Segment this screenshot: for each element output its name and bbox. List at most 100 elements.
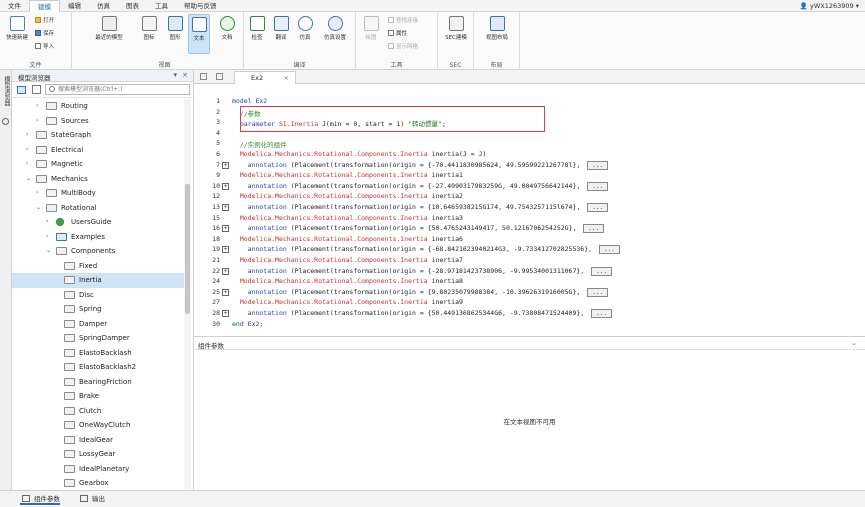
tree-item-springdamper[interactable]: SpringDamper — [12, 331, 184, 346]
menu-edit[interactable]: 编辑 — [60, 0, 89, 12]
menu-tools[interactable]: 工具 — [147, 0, 176, 12]
menu-modeling[interactable]: 建模 — [29, 0, 60, 12]
library-icon[interactable] — [17, 86, 26, 94]
chevron-down-icon[interactable]: ⌄ — [46, 244, 51, 259]
tree-item-label: IdealGear — [79, 435, 113, 444]
tree-item-brake[interactable]: Brake — [12, 389, 184, 404]
fold-expand-icon[interactable]: + — [222, 310, 229, 317]
tab-component-params[interactable]: 组件参数 — [20, 493, 60, 505]
tree-item-bearingfriction[interactable]: BearingFriction — [12, 375, 184, 390]
user-account[interactable]: 👤 yWX1263909 ▾ — [800, 0, 859, 12]
scrollbar-thumb[interactable] — [185, 184, 190, 314]
tree-item-idealplanetary[interactable]: IdealPlanetary — [12, 462, 184, 477]
menu-help[interactable]: 帮助与反馈 — [176, 0, 225, 12]
fold-expand-icon[interactable]: + — [222, 267, 229, 275]
tree-item-magnetic[interactable]: › Magnetic — [12, 157, 184, 172]
annotation-expand-button[interactable]: ... — [587, 160, 609, 170]
tree-item-spring[interactable]: Spring — [12, 302, 184, 317]
tree-item-usersguide[interactable]: › UsersGuide — [12, 215, 184, 230]
tree-item-examples[interactable]: › Examples — [12, 230, 184, 245]
translate-button[interactable]: 翻译 — [270, 16, 292, 41]
collapse-icon[interactable]: ⌄ — [851, 339, 857, 347]
annotation-expand-button[interactable]: ... — [583, 224, 605, 234]
tree-item-lossygear[interactable]: LossyGear — [12, 447, 184, 462]
tree-item-electrical[interactable]: › Electrical — [12, 143, 184, 158]
tree-item-disc[interactable]: Disc — [12, 288, 184, 303]
tab-layout-icon[interactable] — [216, 73, 223, 80]
find-connection-button[interactable]: 查找连接 — [388, 17, 418, 26]
settings-icon[interactable] — [2, 118, 9, 125]
diagram-view-button[interactable]: 图形 — [164, 16, 186, 41]
documentation-button[interactable]: 文档 — [216, 16, 238, 41]
menu-chart[interactable]: 图表 — [118, 0, 147, 12]
properties-button[interactable]: 属性 — [388, 30, 407, 39]
tree-item-onewayclutch[interactable]: OneWayClutch — [12, 418, 184, 433]
model-browser-vertical-tab[interactable]: 模型浏览器 — [2, 76, 11, 106]
fold-expand-icon[interactable]: + — [222, 182, 229, 190]
quick-new-button[interactable]: 快速新建 — [6, 16, 28, 41]
chevron-right-icon[interactable]: › — [46, 230, 48, 245]
filter-icon[interactable] — [32, 85, 41, 94]
open-button[interactable]: 打开 — [35, 17, 54, 26]
recent-models-button[interactable]: 最近的模型 — [90, 16, 128, 41]
tree-item-multibody[interactable]: › MultiBody — [12, 186, 184, 201]
sec-modeling-button[interactable]: SEC建模 — [440, 16, 472, 41]
chevron-right-icon[interactable]: › — [36, 186, 38, 201]
chevron-right-icon[interactable]: › — [36, 99, 38, 114]
chevron-down-icon[interactable]: ⌄ — [26, 172, 31, 187]
search-input[interactable]: 搜索模型浏览器(Ctrl+;) — [45, 84, 190, 95]
tree-item-clutch[interactable]: Clutch — [12, 404, 184, 419]
annotation-expand-button[interactable]: ... — [591, 309, 612, 318]
fold-expand-icon[interactable]: + — [222, 246, 229, 254]
tree-item-idealgear[interactable]: IdealGear — [12, 433, 184, 448]
code-token: Modelica.Mechanics.Rotational.Components… — [232, 277, 428, 286]
tab-output[interactable]: 输出 — [78, 493, 105, 505]
fold-expand-icon[interactable]: + — [222, 204, 229, 211]
chevron-right-icon[interactable]: › — [26, 128, 28, 143]
import-button[interactable]: 导入 — [35, 43, 54, 52]
tab-list-icon[interactable] — [200, 73, 207, 80]
chevron-right-icon[interactable]: › — [46, 215, 48, 230]
show-grid-button[interactable]: 显示网格 — [388, 43, 418, 52]
menu-file[interactable]: 文件 — [0, 0, 29, 12]
view-layout-button[interactable]: 视图布局 — [480, 16, 514, 41]
pin-icon[interactable]: ▾ — [173, 71, 177, 79]
annotation-expand-button[interactable]: ... — [587, 181, 609, 191]
icon-view-button[interactable]: 图标 — [138, 16, 160, 41]
annotation-expand-button[interactable]: ... — [591, 266, 612, 276]
tab-ex2[interactable]: Ex2 × — [234, 71, 296, 84]
check-button[interactable]: 检查 — [246, 16, 268, 41]
close-icon[interactable]: × — [182, 71, 188, 79]
chevron-down-icon[interactable]: ⌄ — [36, 201, 41, 216]
close-tab-icon[interactable]: × — [284, 72, 289, 84]
tree-item-stategraph[interactable]: › StateGraph — [12, 128, 184, 143]
line-number: 25 — [212, 287, 220, 296]
menu-simulation[interactable]: 仿真 — [89, 0, 118, 12]
annotation-expand-button[interactable]: ... — [598, 245, 620, 255]
chevron-right-icon[interactable]: › — [26, 143, 28, 158]
chevron-right-icon[interactable]: › — [26, 157, 28, 172]
tree-item-elastobacklash[interactable]: ElastoBacklash — [12, 346, 184, 361]
tree-item-gearbox[interactable]: Gearbox — [12, 476, 184, 489]
tree-item-damper[interactable]: Damper — [12, 317, 184, 332]
fold-expand-icon[interactable]: + — [222, 161, 229, 169]
chevron-right-icon[interactable]: › — [36, 114, 38, 129]
tree-item-mechanics[interactable]: ⌄ Mechanics — [12, 172, 184, 187]
tree-item-fixed[interactable]: Fixed — [12, 259, 184, 274]
fold-expand-icon[interactable]: + — [222, 225, 229, 233]
tree-item-elastobacklash2[interactable]: ElastoBacklash2 — [12, 360, 184, 375]
draw-button[interactable]: 绘图 — [360, 16, 382, 41]
simulation-settings-button[interactable]: 仿真设置 — [320, 16, 350, 41]
tree-item-inertia[interactable]: Inertia — [12, 273, 184, 288]
tree-item-sources[interactable]: › Sources — [12, 114, 184, 129]
tree-scrollbar[interactable] — [184, 99, 191, 489]
annotation-expand-button[interactable]: ... — [587, 287, 609, 297]
save-button[interactable]: 保存 — [35, 30, 54, 39]
text-view-button[interactable]: 文本 — [188, 14, 210, 54]
tree-item-rotational[interactable]: ⌄ Rotational — [12, 201, 184, 216]
fold-expand-icon[interactable]: + — [222, 288, 229, 296]
simulate-button[interactable]: 仿真 — [294, 16, 316, 41]
tree-item-components[interactable]: ⌄ Components — [12, 244, 184, 259]
annotation-expand-button[interactable]: ... — [587, 203, 609, 212]
tree-item-routing[interactable]: › Routing — [12, 99, 184, 114]
